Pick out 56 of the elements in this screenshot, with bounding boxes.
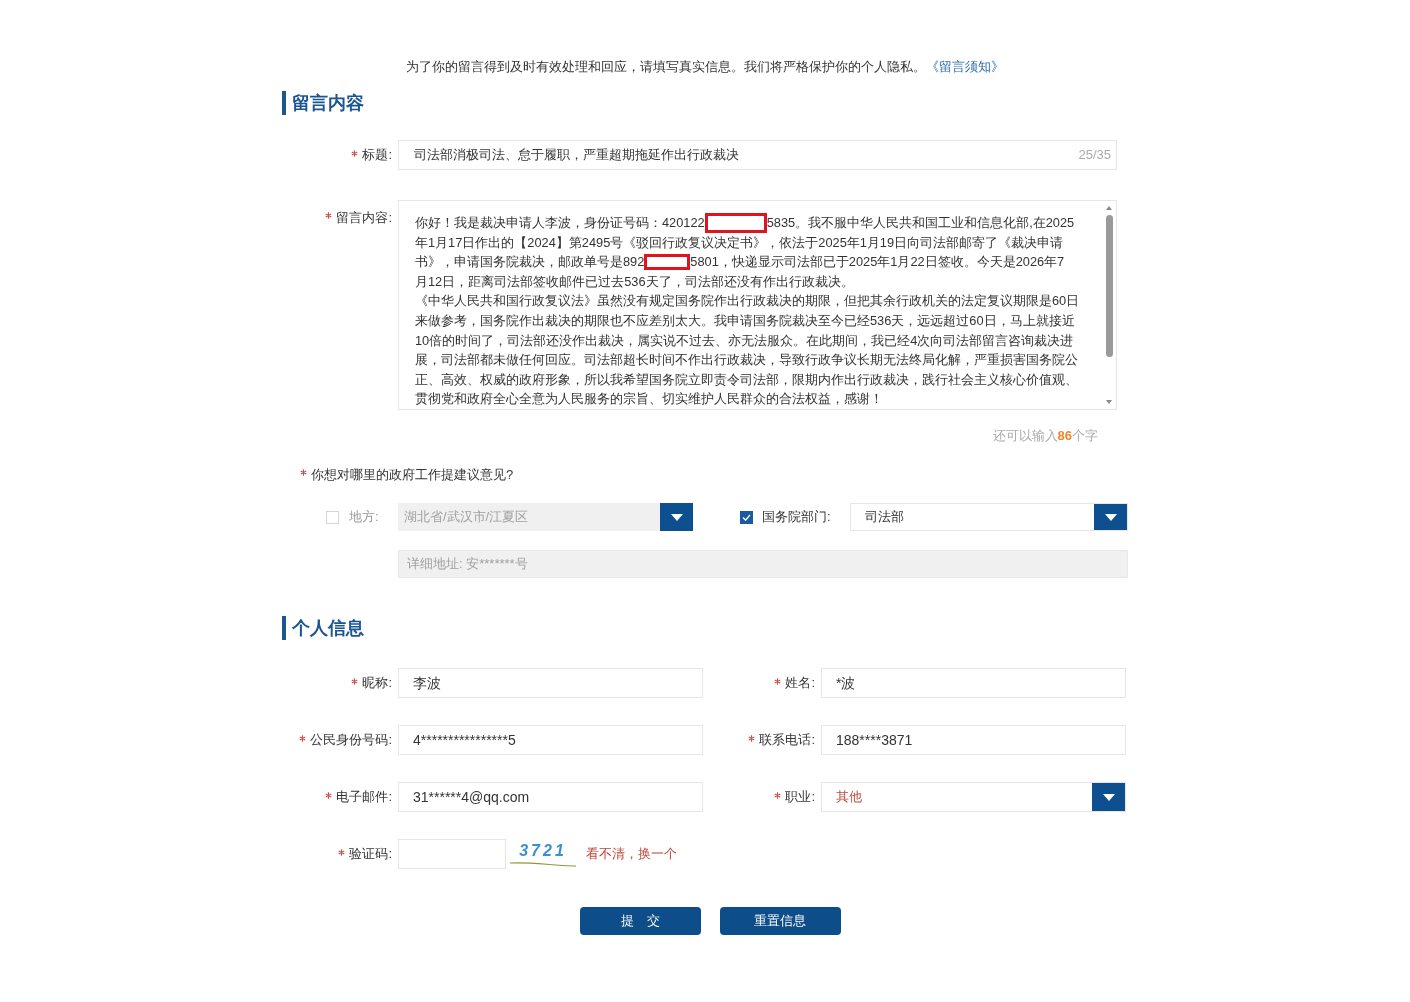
caret-down-icon <box>670 513 683 521</box>
check-icon <box>742 513 751 521</box>
message-text: 10倍的时间了，司法部还没作出裁决，属实说不过去、亦无法服众。在此期间，我已经4次向司法部留言咨询裁决进 <box>415 331 1074 350</box>
character-count: 25/35 <box>1078 146 1111 165</box>
occupation-select[interactable]: 其他 <box>821 782 1126 812</box>
department-select[interactable]: 司法部 <box>850 503 1128 531</box>
captcha-input[interactable] <box>398 839 506 869</box>
text-input[interactable]: *波 <box>821 668 1126 698</box>
scroll-up-icon[interactable] <box>1106 206 1112 210</box>
field-label: 留言内容: <box>336 209 392 227</box>
field-label: 电子邮件: <box>336 788 392 807</box>
form-button[interactable]: 重置信息 <box>719 907 841 935</box>
text-input[interactable]: 4****************5 <box>398 725 703 755</box>
section-heading: 留言内容 <box>292 91 364 115</box>
message-text: 5835。我不服中华人民共和国工业和信息化部,在2025 <box>766 214 1075 232</box>
message-text: 来做参考，国务院作出裁决的期限也不应差别太大。我申请国务院裁决至今已经536天，远远超过60日，马上就接近 <box>415 311 1075 330</box>
text-input[interactable]: 31******4@qq.com <box>398 782 703 812</box>
field-label: 昵称: <box>362 674 392 693</box>
caret-down-icon <box>1104 513 1117 521</box>
message-text: 月12日，距离司法部签收邮件已过去536天了，司法部还没有作出行政裁决。 <box>415 272 854 291</box>
dropdown-button[interactable] <box>1094 504 1127 530</box>
message-text: 展，司法部都未做任何回应。司法部超长时间不作出行政裁决，导致行政争议长期无法终局化解，严重损害国务院公 <box>415 351 1078 370</box>
scrollbar-thumb[interactable] <box>1105 215 1113 357</box>
checkbox[interactable] <box>740 510 753 524</box>
title-input[interactable]: 司法部消极司法、怠于履职，严重超期拖延作出行政裁决 25/35 <box>398 140 1117 170</box>
text-input[interactable]: 188****3871 <box>821 725 1126 755</box>
message-text: 贯彻党和政府全心全意为人民服务的宗旨、切实维护人民群众的合法权益，感谢！ <box>415 390 883 409</box>
message-textarea[interactable] <box>398 200 1117 410</box>
field-label: 公民身份号码: <box>310 731 392 750</box>
remaining-characters: 还可以输入86个字 <box>992 427 1098 445</box>
field-label: 职业: <box>785 788 815 807</box>
section-heading: 个人信息 <box>292 616 364 640</box>
message-text: 《中华人民共和国行政复议法》虽然没有规定国务院作出行政裁决的期限，但把其余行政机关的法定复议期限是60日 <box>415 292 1080 311</box>
dropdown-button[interactable] <box>1092 783 1125 811</box>
field-label: 标题: <box>362 146 392 165</box>
field-label: 联系电话: <box>759 731 815 750</box>
caret-down-icon <box>1102 793 1115 801</box>
scroll-down-icon[interactable] <box>1106 400 1112 404</box>
message-text: 5801，快递显示司法部已于2025年1月22日签收。今天是2026年7 <box>690 253 1065 272</box>
text-input[interactable]: 李波 <box>398 668 703 698</box>
refresh-captcha-link[interactable]: 看不清，换一个 <box>586 844 677 864</box>
option-label: 地方: <box>349 508 379 527</box>
redaction-mark <box>704 212 767 233</box>
redaction-mark <box>644 254 691 270</box>
notice-link[interactable]: 《留言须知》 <box>926 59 1004 74</box>
form-button[interactable]: 提 交 <box>579 907 701 935</box>
question-label: 你想对哪里的政府工作提建议意见? <box>311 465 514 484</box>
message-text: 你好！我是裁决申请人李波，身份证号码：420122 <box>415 214 705 232</box>
message-text: 正、高效、权威的政府形象，所以我希望国务院立即责令司法部，限期内作出行政裁决，践行社会主义核心价值观、 <box>415 370 1078 389</box>
message-text: 年1月17日作出的【2024】第2495号《驳回行政复议决定书》，依法于2025年1月19日向司法部邮寄了《裁决申请 <box>415 233 1064 252</box>
field-label: 姓名: <box>785 674 815 693</box>
notice-text: 为了你的留言得到及时有效处理和回应，请填写真实信息。我们将严格保护你的个人隐私。《留言须知》 <box>405 58 1005 76</box>
option-label: 国务院部门: <box>762 508 831 527</box>
dropdown-button[interactable] <box>660 503 693 531</box>
field-label: 验证码: <box>349 845 392 864</box>
message-text: 书》，申请国务院裁决，邮政单号是892 <box>415 253 645 272</box>
